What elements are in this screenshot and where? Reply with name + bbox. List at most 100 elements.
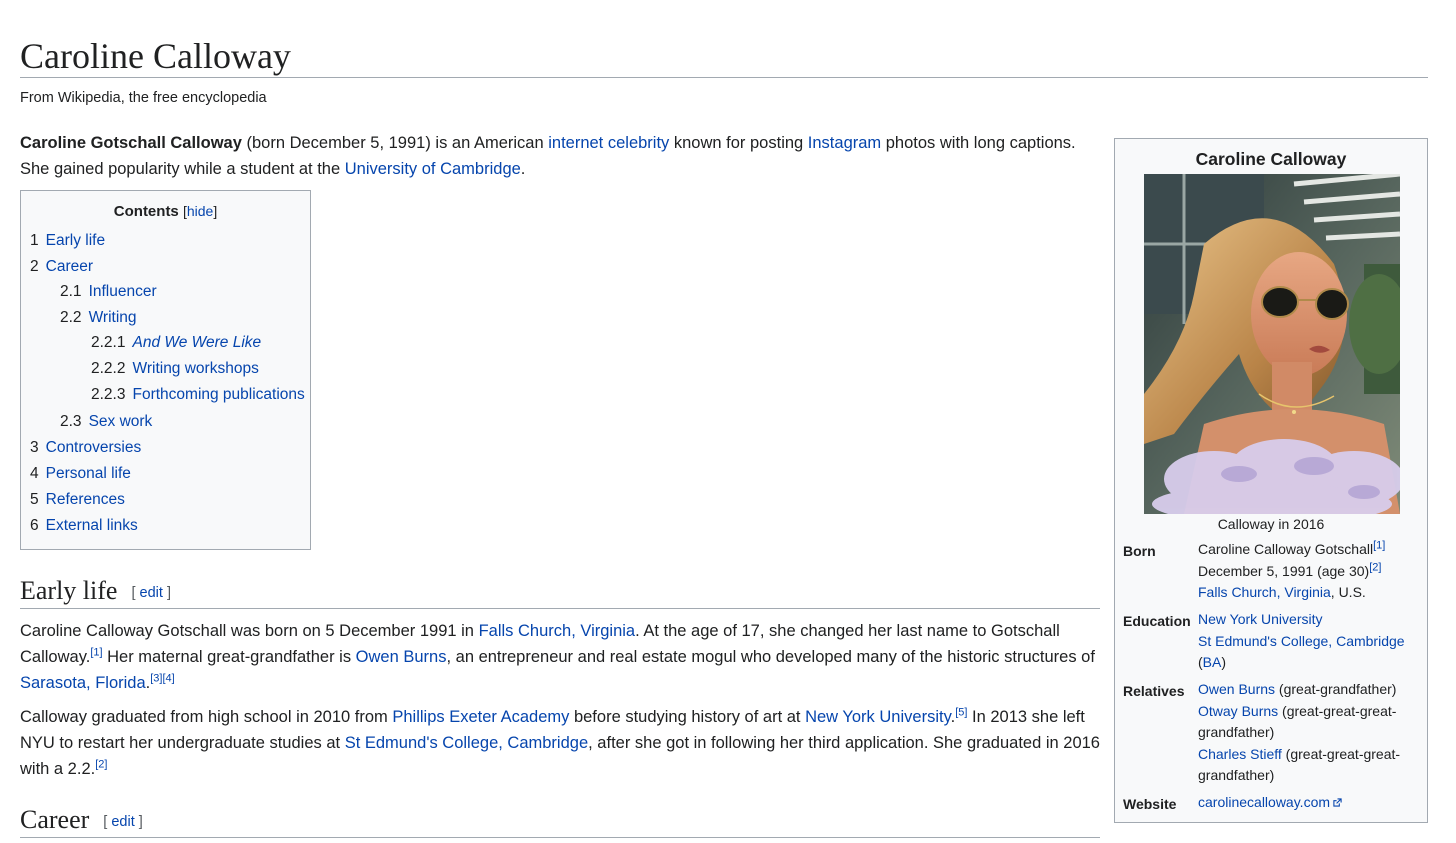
para-text: Caroline Calloway Gotschall was born on … [20, 622, 479, 640]
link-falls-church[interactable]: Falls Church, Virginia [479, 622, 636, 640]
toc-bracket-close: ] [213, 203, 218, 219]
toc-link[interactable]: References [46, 491, 125, 508]
website-link[interactable]: carolinecalloway.com [1198, 794, 1330, 810]
lead-text: (born December 5, 1991) is an American [241, 134, 549, 152]
toc-number: 2.2.2 [91, 360, 126, 377]
ref-link[interactable]: [1] [1373, 539, 1385, 551]
relation-text: (great-grandfather) [1275, 681, 1397, 697]
table-of-contents: Contents [hide] 1 Early life 2 Career 2.1 I… [20, 190, 311, 550]
toc-link[interactable]: Personal life [46, 465, 131, 482]
degree-close: ) [1221, 654, 1227, 670]
toc-link[interactable]: External links [46, 517, 138, 534]
education-label: Education [1123, 613, 1191, 629]
toc-item-external-links[interactable]: 6 External links [30, 517, 138, 535]
lead-text: . [520, 160, 526, 178]
birth-name: Caroline Calloway Gotschall [1198, 541, 1374, 557]
edit-bracket-open: [ [131, 585, 136, 602]
ref-link[interactable]: [2] [1369, 561, 1381, 573]
website-value: carolinecalloway.com [1198, 792, 1423, 814]
para-text: Calloway graduated from high school in 2… [20, 708, 393, 726]
toc-link[interactable]: And We Were Like [132, 334, 261, 351]
link-nyu[interactable]: New York University [805, 708, 951, 726]
edit-link[interactable]: edit [140, 585, 163, 601]
website-label: Website [1123, 796, 1177, 812]
section-divider [20, 608, 1100, 609]
infobox-title: Caroline Calloway [1195, 149, 1347, 169]
ref-link[interactable]: [4] [162, 673, 174, 685]
link-otway-burns[interactable]: Otway Burns [1198, 703, 1278, 719]
toc-item-writing-workshops[interactable]: 2.2.2 Writing workshops [91, 360, 259, 378]
toc-link[interactable]: Forthcoming publications [132, 386, 304, 403]
toc-number: 5 [30, 491, 39, 508]
link-charles-stieff[interactable]: Charles Stieff [1198, 746, 1282, 762]
relatives-label: Relatives [1123, 683, 1185, 699]
link-falls-church[interactable]: Falls Church, Virginia [1198, 584, 1331, 600]
toc-number: 2.3 [60, 413, 82, 430]
page-title: Caroline Calloway [20, 36, 291, 76]
section-heading-early-life: Early life [ edit ] [20, 576, 171, 606]
edit-link[interactable]: edit [111, 814, 134, 830]
toc-number: 2.2.3 [91, 386, 126, 403]
portrait-photo[interactable] [1144, 174, 1400, 514]
link-st-edmunds[interactable]: St Edmund's College, Cambridge [1198, 633, 1405, 649]
toc-link[interactable]: Early life [46, 232, 105, 249]
section-title: Career [20, 805, 90, 834]
toc-item-forthcoming-publications[interactable]: 2.2.3 Forthcoming publications [91, 386, 305, 404]
link-phillips-exeter[interactable]: Phillips Exeter Academy [392, 708, 569, 726]
birth-place-tail: , U.S. [1330, 584, 1366, 600]
toc-item-and-we-were-like[interactable]: 2.2.1 And We Were Like [91, 334, 261, 352]
ref-link[interactable]: [3] [150, 673, 162, 685]
toc-link[interactable]: Controversies [46, 439, 142, 456]
para-text: before studying history of art at [569, 708, 806, 726]
link-owen-burns[interactable]: Owen Burns [1198, 681, 1275, 697]
toc-number: 6 [30, 517, 39, 534]
link-university-of-cambridge[interactable]: University of Cambridge [345, 160, 521, 178]
toc-item-controversies[interactable]: 3 Controversies [30, 439, 141, 457]
toc-item-influencer[interactable]: 2.1 Influencer [60, 283, 157, 301]
toc-link[interactable]: Writing workshops [132, 360, 258, 377]
education-value: New York University St Edmund's College,… [1198, 609, 1423, 674]
para-text: Her maternal great-grandfather is [102, 648, 356, 666]
link-sarasota[interactable]: Sarasota, Florida [20, 674, 146, 692]
section-title: Early life [20, 576, 118, 605]
born-label: Born [1123, 543, 1156, 559]
toc-link[interactable]: Career [46, 258, 93, 275]
relatives-value: Owen Burns (great-grandfather) Otway Bur… [1198, 679, 1423, 787]
infobox: Caroline Calloway Calloway in 2016 Born … [1114, 138, 1428, 823]
edit-bracket-close: ] [138, 814, 143, 831]
title-divider [20, 77, 1428, 78]
link-nyu[interactable]: New York University [1198, 611, 1323, 627]
toc-hide-link[interactable]: hide [187, 203, 213, 219]
toc-item-writing[interactable]: 2.2 Writing [60, 309, 137, 327]
toc-link[interactable]: Writing [89, 309, 137, 326]
ref-link[interactable]: [1] [90, 647, 102, 659]
toc-number: 2.2.1 [91, 334, 126, 351]
link-owen-burns[interactable]: Owen Burns [356, 648, 447, 666]
toc-item-references[interactable]: 5 References [30, 491, 125, 509]
link-internet-celebrity[interactable]: internet celebrity [548, 134, 669, 152]
photo-caption: Calloway in 2016 [1217, 516, 1325, 532]
link-st-edmunds[interactable]: St Edmund's College, Cambridge [345, 734, 588, 752]
ref-link[interactable]: [5] [955, 707, 967, 719]
link-ba[interactable]: BA [1203, 654, 1222, 670]
toc-number: 4 [30, 465, 39, 482]
portrait-image [1144, 174, 1400, 514]
link-instagram[interactable]: Instagram [808, 134, 881, 152]
toc-item-career[interactable]: 2 Career [30, 258, 93, 276]
toc-item-early-life[interactable]: 1 Early life [30, 232, 105, 250]
toc-item-personal-life[interactable]: 4 Personal life [30, 465, 131, 483]
section-divider [20, 837, 1100, 838]
early-life-paragraph-1: Caroline Calloway Gotschall was born on … [20, 618, 1100, 696]
lead-text: known for posting [669, 134, 808, 152]
toc-link[interactable]: Influencer [89, 283, 157, 300]
toc-heading: Contents [hide] [21, 203, 310, 220]
birth-date: December 5, 1991 (age 30) [1198, 562, 1370, 579]
toc-item-sex-work[interactable]: 2.3 Sex work [60, 413, 152, 431]
edit-section: [ edit ] [103, 814, 143, 830]
external-link-icon[interactable] [1333, 798, 1342, 807]
ref-link[interactable]: [2] [95, 759, 107, 771]
toc-number: 2.1 [60, 283, 82, 300]
toc-link[interactable]: Sex work [89, 413, 153, 430]
lead-paragraph: Caroline Gotschall Calloway (born Decemb… [20, 130, 1100, 182]
toc-number: 2 [30, 258, 39, 275]
